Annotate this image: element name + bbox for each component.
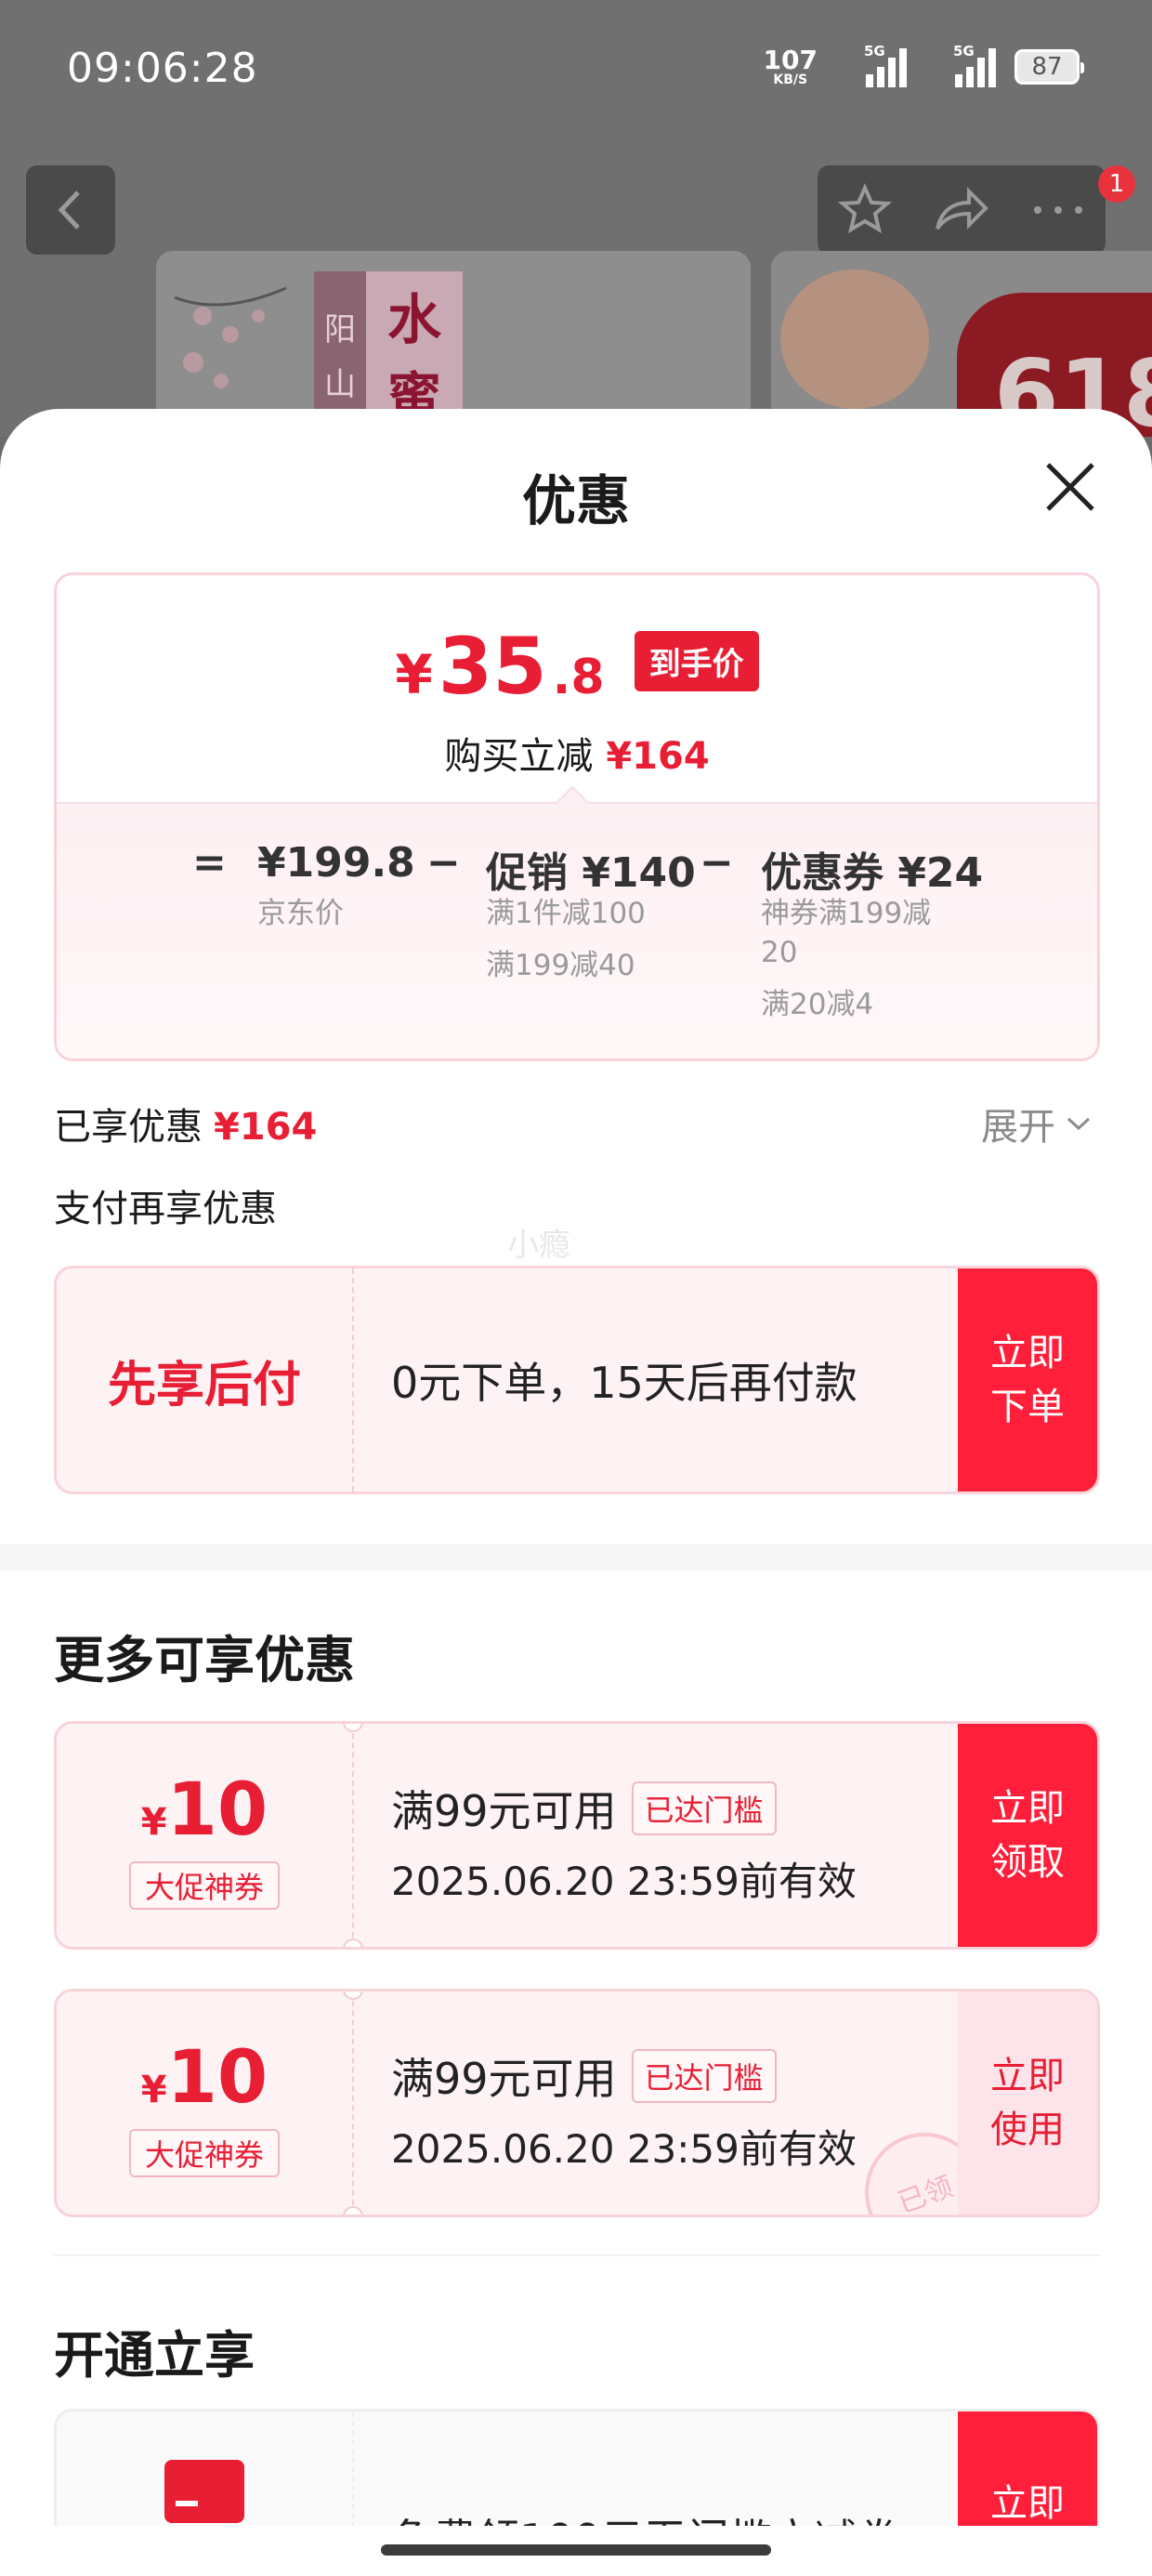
network-speed-unit: KB/S [773,72,808,87]
threshold-badge: 已达门槛 [631,1781,777,1835]
coupon-card: ¥10 大促神券 满99元可用 已达门槛 2025.06.20 23:59前有效… [54,1721,1100,1950]
section-divider [0,1544,1152,1571]
close-icon[interactable] [1041,457,1100,517]
coupon-detail: 20 [761,936,798,969]
peach-image [780,269,929,409]
price-formula: = ¥199.8 京东价 − 促销 ¥140 满1件减100 满199减40 −… [57,802,1097,1058]
coupon-validity: 2025.06.20 23:59前有效 [391,2126,857,2172]
coupon-detail: 神券满199减 [761,897,932,930]
coupon-type-tag: 大促神券 [129,2129,280,2177]
instant-reduction-label: 购买立减 [444,735,594,778]
formula-minus: − [426,839,461,887]
home-indicator[interactable] [381,2544,771,2556]
final-price-decimal: .8 [552,650,605,705]
status-icons: 107 KB/S 5G 5G 87 [763,41,1084,93]
formula-equals: = [192,839,227,887]
star-icon[interactable] [837,182,893,238]
notification-badge: 1 [1098,165,1135,203]
share-icon[interactable] [932,182,991,238]
bnpl-description: 0元下单，15天后再付款 [391,1358,857,1408]
chevron-left-icon [58,191,80,230]
chevron-down-icon [1067,1117,1091,1131]
pay-more-heading: 支付再享优惠 [54,1188,277,1230]
coupon-amount: 优惠券 ¥24 [761,849,984,897]
coupon-value: ¥10 [140,1768,268,1852]
battery-icon: 87 [1015,49,1084,85]
use-coupon-button[interactable]: 立即使用 [958,1991,1097,2215]
promo-detail: 满199减40 [486,949,635,982]
coupon-condition: 满99元可用 已达门槛 [391,2045,777,2107]
order-now-button[interactable]: 立即下单 [958,1268,1097,1492]
promo-amount: 促销 ¥140 [486,849,696,897]
expand-toggle[interactable]: 展开 [981,1097,1093,1150]
coupon-detail: 满20减4 [761,988,874,1021]
more-offers-title: 更多可享优惠 [54,1631,355,1689]
final-price-integer: 35 [438,621,547,712]
coupon-card: ¥10 大促神券 满99元可用 已达门槛 2025.06.20 23:59前有效… [54,1989,1100,2217]
formula-minus: − [700,839,734,887]
signal-icon: 5G [836,43,907,87]
enjoyed-amount: ¥164 [214,1106,318,1149]
final-price-tag: 到手价 [634,631,759,691]
top-action-bar [818,165,1106,255]
coupon-validity: 2025.06.20 23:59前有效 [391,1859,857,1904]
price-breakdown-card: ¥ 35 .8 到手价 购买立减 ¥164 = ¥199.8 京东价 − 促销 ¥… [54,572,1100,1061]
final-price-currency: ¥ [395,643,433,706]
open-offers-title: 开通立享 [54,2326,255,2385]
threshold-badge: 已达门槛 [631,2049,777,2103]
discount-sheet: 优惠 ¥ 35 .8 到手价 购买立减 ¥164 = ¥199.8 京东价 − 促… [0,409,1152,2576]
instant-reduction-amount: ¥164 [606,735,710,778]
bnpl-label: 先享后付 [107,1357,301,1413]
instant-reduction: 购买立减 ¥164 [57,726,1097,780]
network-speed-value: 107 [763,45,818,75]
expand-label: 展开 [981,1106,1055,1149]
bnpl-card: 先享后付 0元下单，15天后再付款 立即下单 [54,1266,1100,1494]
status-bar: 09:06:28 107 KB/S 5G 5G 87 [0,0,1152,139]
enjoyed-label: 已享优惠 [54,1106,203,1149]
more-icon[interactable] [1030,201,1086,219]
back-button[interactable] [26,165,115,255]
coupon-condition: 满99元可用 已达门槛 [391,1778,777,1839]
coupon-type-tag: 大促神券 [129,1861,280,1910]
blossom-illustration [174,286,287,388]
signal-icon: 5G [925,43,996,87]
base-price: ¥199.8 [257,839,415,887]
enjoyed-discount: 已享优惠 ¥164 [54,1097,317,1150]
base-price-label: 京东价 [257,897,344,930]
promo-detail: 满1件减100 [486,897,646,930]
network-speed: 107 KB/S [763,45,818,87]
sheet-title: 优惠 [521,469,630,532]
claim-coupon-button[interactable]: 立即领取 [958,1724,1097,1947]
final-price-block: ¥ 35 .8 到手价 购买立减 ¥164 [57,575,1097,802]
credit-card-icon [164,2460,244,2523]
section-divider [54,2254,1100,2256]
coupon-value: ¥10 [140,2036,268,2120]
status-time: 09:06:28 [67,45,258,92]
watermark: 小瘾 [507,1227,570,1264]
